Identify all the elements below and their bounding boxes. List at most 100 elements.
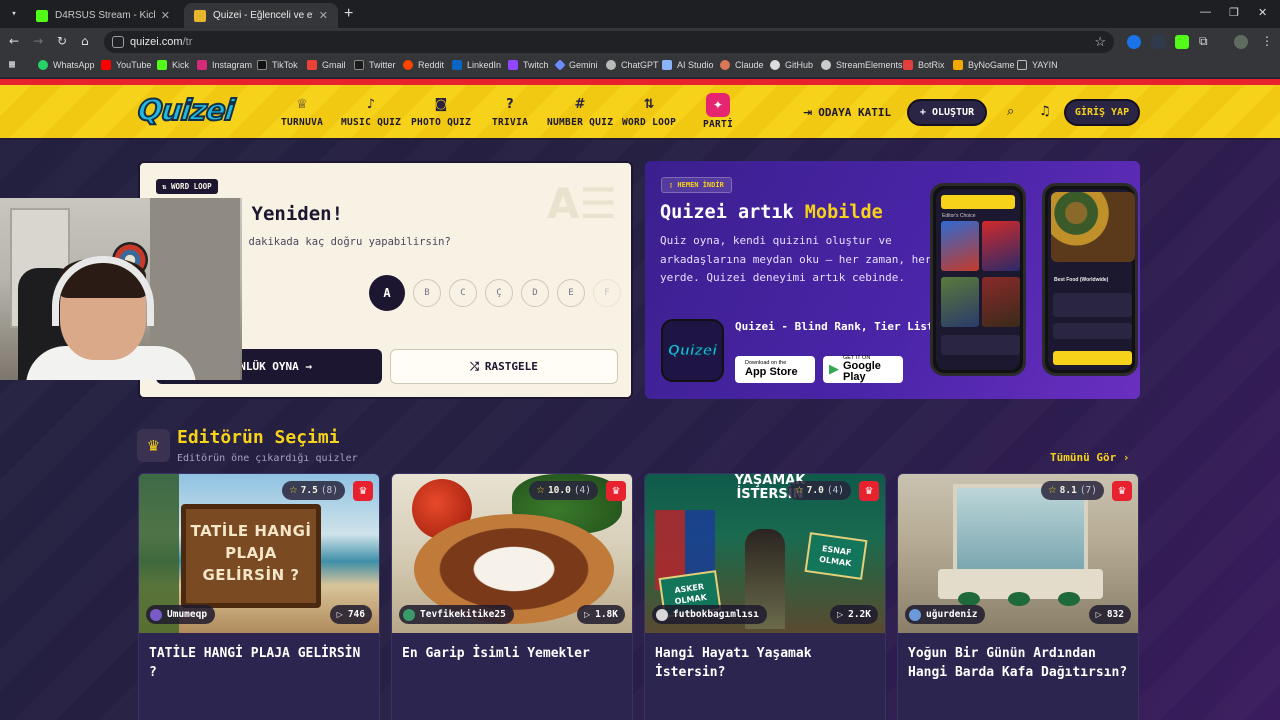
bookmark-tiktok[interactable]: TikTok (257, 60, 298, 70)
bookmark-ai-studio[interactable]: AI Studio (662, 60, 714, 70)
bookmark-folder-yayin[interactable]: YAYIN (1017, 60, 1058, 70)
app-store-button[interactable]: Download on the App Store (735, 356, 815, 383)
nav-label: TURNUVA (281, 117, 324, 128)
extension-icon[interactable] (1151, 35, 1165, 49)
close-window-icon[interactable]: ✕ (1258, 6, 1267, 19)
bookmark-botrix[interactable]: BotRix (903, 60, 945, 70)
bookmark-streamelements[interactable]: StreamElements (821, 60, 903, 70)
letter-bubble[interactable]: B (413, 279, 441, 307)
quiz-card[interactable]: ☆ 8.1 (7) ♛ uğurdeniz ▷ 832 Yoğun Bir Günün… (897, 473, 1139, 720)
search-icon[interactable]: ⌕ (1007, 104, 1014, 119)
bookmark-star-icon[interactable]: ☆ (1094, 31, 1106, 53)
home-icon[interactable]: ⌂ (81, 34, 89, 48)
bookmark-twitter[interactable]: Twitter (354, 60, 396, 70)
author-chip[interactable]: Umumeqp (146, 605, 216, 624)
nav-word-loop[interactable]: ⇅ WORD LOOP (622, 95, 676, 128)
quiz-card[interactable]: TATİLE HANGİ PLAJA GELİRSİN ? ☆ 7.5 (8) ♛ … (138, 473, 380, 720)
extension-icon[interactable] (1175, 35, 1189, 49)
phone-tile (1053, 323, 1132, 339)
browser-tab[interactable]: D4RSUS Stream - Kick Dashboard ✕ (26, 3, 180, 28)
bookmark-twitch[interactable]: Twitch (508, 60, 549, 70)
letter-bubble[interactable]: E (557, 279, 585, 307)
phone-tile (941, 221, 979, 271)
bookmark-label: Claude (735, 60, 764, 70)
quiz-card[interactable]: ☆ 10.0 (4) ♛ Tevfikekitike25 ▷ 1.8K En Gari… (391, 473, 633, 720)
nav-photo-quiz[interactable]: ◙ PHOTO QUIZ (411, 95, 471, 128)
bookmark-instagram[interactable]: Instagram (197, 60, 252, 70)
see-all-link[interactable]: Tümünü Gör › (1050, 451, 1129, 464)
nav-music-quiz[interactable]: ♪ MUSIC QUIZ (341, 95, 401, 128)
phone-tile (1053, 293, 1132, 317)
bookmark-label: StreamElements (836, 60, 903, 70)
star-icon: ☆ (289, 485, 298, 496)
bookmark-github[interactable]: GitHub (770, 60, 813, 70)
letter-bubble[interactable]: A (369, 275, 405, 311)
gmail-icon (307, 60, 317, 70)
phone-tile (982, 277, 1020, 327)
nav-parti[interactable]: ✦ PARTİ (703, 93, 733, 130)
new-tab-button[interactable]: + (344, 5, 353, 23)
phone-tile (982, 221, 1020, 271)
bookmark-gmail[interactable]: Gmail (307, 60, 346, 70)
extensions-puzzle-icon[interactable]: ⧉ (1199, 34, 1208, 49)
browser-tab-active[interactable]: Quizei - Eğlenceli ve etkileşimli ✕ (184, 3, 338, 28)
address-bar[interactable]: quizei.com/tr ☆ (104, 31, 1114, 53)
tab-search-icon[interactable]: ▾ (6, 6, 22, 22)
menu-dots-icon[interactable]: ⋮ (1261, 34, 1273, 48)
random-button[interactable]: ⤮ RASTGELE (390, 349, 618, 384)
bookmark-reddit[interactable]: Reddit (403, 60, 444, 70)
bar-stool-image (958, 592, 980, 606)
google-play-button[interactable]: ▶ GET IT ON Google Play (823, 355, 903, 383)
bookmark-linkedin[interactable]: LinkedIn (452, 60, 501, 70)
create-button[interactable]: + OLUŞTUR (907, 99, 987, 126)
reload-icon[interactable]: ↻ (57, 34, 67, 48)
login-button[interactable]: GİRİŞ YAP (1064, 99, 1140, 126)
phone-screen: Editor's Choice (936, 189, 1020, 370)
close-tab-icon[interactable]: ✕ (161, 9, 170, 22)
letter-bubble[interactable]: C (449, 279, 477, 307)
author-chip[interactable]: uğurdeniz (905, 605, 986, 624)
bookmark-whatsapp[interactable]: WhatsApp (38, 60, 95, 70)
letter-bubble[interactable]: F (593, 279, 621, 307)
star-icon: ☆ (1048, 485, 1057, 496)
apps-grid-icon[interactable]: ▦ (9, 59, 15, 70)
bookmark-kick[interactable]: Kick (157, 60, 189, 70)
instagram-icon (197, 60, 207, 70)
join-room-link[interactable]: ⇥ ODAYA KATIL (803, 106, 891, 119)
bookmark-label: Gmail (322, 60, 346, 70)
bookmark-youtube[interactable]: YouTube (101, 60, 151, 70)
bar-stool-image (1008, 592, 1030, 606)
rating-badge: ☆ 8.1 (7) (1041, 481, 1104, 500)
github-icon (770, 60, 780, 70)
forward-icon[interactable]: → (33, 34, 43, 48)
letter-bubble[interactable]: D (521, 279, 549, 307)
app-name: Quizei - Blind Rank, Tier List (735, 320, 934, 333)
quizei-logo[interactable]: Quizei (135, 92, 236, 128)
site-info-icon[interactable] (112, 36, 124, 48)
author-chip[interactable]: Tevfikekitike25 (399, 605, 514, 624)
phone-mockup: Best Food (Worldwide) (1042, 183, 1138, 376)
bookmark-label: LinkedIn (467, 60, 502, 70)
bar-stool-image (1058, 592, 1080, 606)
back-icon[interactable]: ← (9, 34, 19, 48)
minimize-icon[interactable]: — (1200, 6, 1211, 18)
bookmark-chatgpt[interactable]: ChatGPT (606, 60, 659, 70)
bell-icon[interactable]: ♫ (1039, 104, 1051, 119)
profile-avatar[interactable] (1234, 35, 1248, 49)
bookmark-bynogame[interactable]: ByNoGame (953, 60, 1015, 70)
linkedin-icon (452, 60, 462, 70)
restore-icon[interactable]: ❐ (1229, 6, 1239, 19)
bookmark-gemini[interactable]: Gemini (554, 59, 598, 71)
nav-trivia[interactable]: ? TRIVIA (492, 95, 528, 128)
quiz-card[interactable]: YAŞAMAK İSTERSİN ASKER OLMAK ESNAF OLMAK… (644, 473, 886, 720)
close-tab-icon[interactable]: ✕ (319, 9, 328, 22)
kick-icon (157, 60, 167, 70)
nav-number-quiz[interactable]: # NUMBER QUIZ (547, 95, 613, 128)
bookmark-claude[interactable]: Claude (720, 60, 764, 70)
author-chip[interactable]: futbokbagımlısı (652, 605, 767, 624)
extension-icon[interactable] (1127, 35, 1141, 49)
nav-turnuva[interactable]: ♕ TURNUVA (281, 95, 323, 128)
letter-bubble[interactable]: Ç (485, 279, 513, 307)
url-host: quizei.com (130, 36, 183, 48)
hash-icon: # (574, 97, 586, 112)
